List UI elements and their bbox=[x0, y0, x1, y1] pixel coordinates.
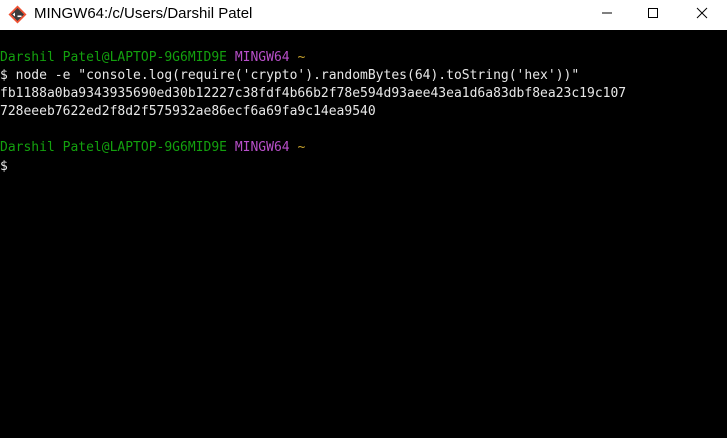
maximize-icon bbox=[647, 6, 659, 24]
maximize-button[interactable] bbox=[630, 0, 676, 30]
window-title: MINGW64:/c/Users/Darshil Patel bbox=[34, 5, 253, 22]
prompt-user-host: Darshil Patel@LAPTOP-9G6MID9E bbox=[0, 50, 227, 65]
close-button[interactable] bbox=[676, 0, 727, 30]
prompt-shell: MINGW64 bbox=[234, 140, 290, 155]
close-icon bbox=[696, 6, 708, 24]
minimize-button[interactable] bbox=[584, 0, 630, 30]
prompt-symbol: $ bbox=[0, 159, 8, 174]
minimize-icon bbox=[601, 6, 613, 24]
terminal-window: MINGW64:/c/Users/Darshil Patel Darshil P… bbox=[0, 0, 727, 438]
input-line[interactable]: $ bbox=[0, 157, 727, 175]
git-bash-icon bbox=[8, 5, 27, 24]
prompt-line: Darshil Patel@LAPTOP-9G6MID9E MINGW64 ~ bbox=[0, 49, 727, 67]
text-cursor bbox=[8, 157, 16, 173]
prompt-line: Darshil Patel@LAPTOP-9G6MID9E MINGW64 ~ bbox=[0, 139, 727, 157]
prompt-path: ~ bbox=[297, 140, 306, 155]
output-line: 728eeeb7622ed2f8d2f575932ae86ecf6a69fa9c… bbox=[0, 104, 376, 119]
prompt-user-host: Darshil Patel@LAPTOP-9G6MID9E bbox=[0, 140, 227, 155]
output-line: fb1188a0ba9343935690ed30b12227c38fdf4b66… bbox=[0, 86, 627, 101]
command-line: $ node -e "console.log(require('crypto')… bbox=[0, 68, 580, 83]
title-bar[interactable]: MINGW64:/c/Users/Darshil Patel bbox=[0, 0, 727, 30]
terminal-output[interactable]: Darshil Patel@LAPTOP-9G6MID9E MINGW64 ~ … bbox=[0, 30, 727, 438]
prompt-shell: MINGW64 bbox=[234, 50, 290, 65]
prompt-path: ~ bbox=[297, 50, 306, 65]
